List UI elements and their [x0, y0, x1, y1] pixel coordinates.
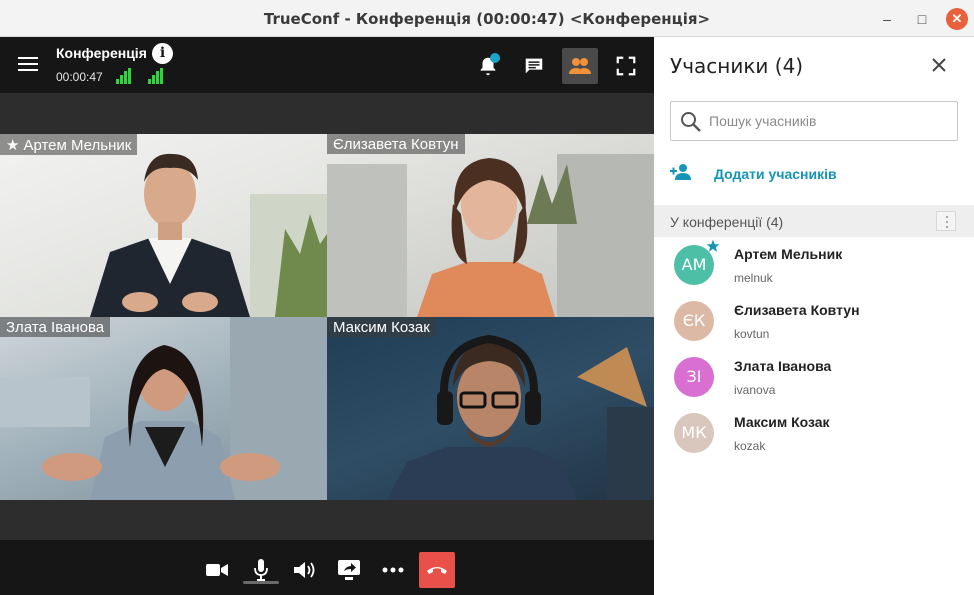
tile-name-label: Максим Козак: [327, 317, 436, 337]
signal-strength-icon: [148, 68, 163, 84]
notification-dot: [490, 53, 500, 63]
search-box: [670, 101, 958, 141]
avatar: ЗІ: [674, 357, 714, 397]
participant-name: Артем Мельник: [734, 246, 843, 262]
section-menu-icon[interactable]: [936, 211, 956, 231]
participant-name: Максим Козак: [734, 414, 830, 430]
conference-timer: 00:00:47: [56, 70, 103, 84]
tile-name: Артем Мельник: [23, 137, 132, 154]
tile-name: Максим Козак: [333, 319, 430, 336]
participants-icon[interactable]: [562, 48, 598, 84]
tile-name-label: Злата Іванова: [0, 317, 111, 337]
hamburger-menu-icon[interactable]: [16, 53, 40, 77]
title-bar: TrueConf - Конференція (00:00:47) <Конфе…: [0, 0, 974, 37]
participant-name: Єлизавета Ковтун: [734, 302, 860, 318]
panel-title: Учасники (4): [670, 54, 804, 78]
participant-login: melnuk: [734, 271, 773, 285]
close-panel-icon[interactable]: [927, 53, 951, 77]
add-participants-label: Додати учасників: [714, 166, 837, 182]
participant-row[interactable]: АМ Артем Мельник melnuk: [654, 237, 974, 293]
participant-login: kovtun: [734, 327, 770, 341]
avatar: ЄК: [674, 301, 714, 341]
video-tile[interactable]: Максим Козак: [327, 317, 654, 500]
search-input[interactable]: [709, 110, 949, 132]
app-window: TrueConf - Конференція (00:00:47) <Конфе…: [0, 0, 974, 595]
participant-row[interactable]: МК Максим Козак kozak: [654, 405, 974, 461]
video-band-bottom: [0, 500, 654, 540]
conference-title: Конференція: [56, 45, 147, 61]
bell-icon[interactable]: [470, 48, 506, 84]
search-icon: [681, 112, 701, 132]
participant-login: kozak: [734, 439, 766, 453]
fullscreen-icon[interactable]: [608, 48, 644, 84]
conference-top-bar: Конференція i 00:00:47: [0, 37, 654, 93]
video-band-top: [0, 93, 654, 134]
tile-name-label: Єлизавета Ковтун: [327, 134, 465, 154]
participant-login: ivanova: [734, 383, 776, 397]
window-title: TrueConf - Конференція (00:00:47) <Конфе…: [263, 10, 711, 28]
maximize-button[interactable]: □: [911, 8, 933, 30]
camera-icon[interactable]: [199, 552, 235, 588]
signal-strength-icon: [116, 68, 131, 84]
section-label: У конференції (4): [670, 214, 784, 230]
mic-level-indicator: [243, 581, 279, 584]
participants-panel: Учасники (4) Додати учасників У конферен…: [654, 37, 974, 595]
add-participants-button[interactable]: Додати учасників: [670, 161, 958, 185]
video-tile[interactable]: Злата Іванова: [0, 317, 327, 500]
close-window-button[interactable]: ✕: [946, 8, 968, 30]
tile-name-label: ★ Артем Мельник: [0, 134, 138, 155]
avatar: МК: [674, 413, 714, 453]
hang-up-icon[interactable]: [419, 552, 455, 588]
in-conference-section: У конференції (4): [654, 205, 974, 237]
share-screen-icon[interactable]: [331, 552, 367, 588]
owner-star-icon: ★: [6, 137, 20, 154]
tile-name: Єлизавета Ковтун: [333, 136, 459, 153]
video-area: Конференція i 00:00:47 ★ Артем Мельник Є…: [0, 37, 654, 595]
participant-name: Злата Іванова: [734, 358, 832, 374]
minimize-button[interactable]: –: [876, 8, 898, 30]
participant-row[interactable]: ЄК Єлизавета Ковтун kovtun: [654, 293, 974, 349]
info-icon[interactable]: i: [152, 43, 173, 64]
video-tile[interactable]: ★ Артем Мельник: [0, 134, 327, 317]
call-controls-bar: [0, 540, 654, 595]
chat-icon[interactable]: [516, 48, 552, 84]
owner-star-icon: [706, 239, 720, 252]
more-icon[interactable]: [375, 552, 411, 588]
speaker-icon[interactable]: [287, 552, 323, 588]
participant-row[interactable]: ЗІ Злата Іванова ivanova: [654, 349, 974, 405]
tile-name: Злата Іванова: [6, 319, 105, 336]
video-tile[interactable]: Єлизавета Ковтун: [327, 134, 654, 317]
add-user-icon: [670, 164, 691, 180]
